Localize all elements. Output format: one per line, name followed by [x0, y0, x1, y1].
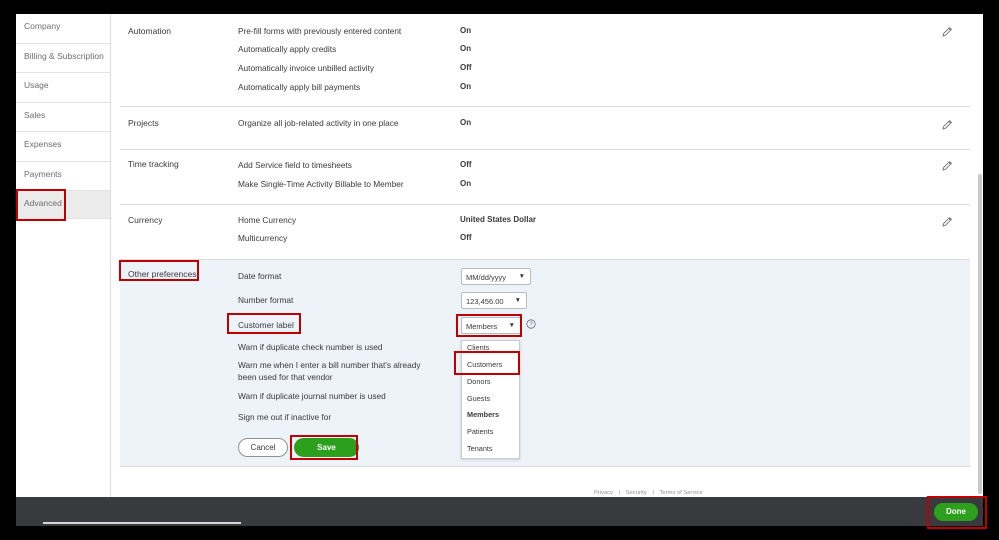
dropdown-option-patients[interactable]: Patients	[467, 427, 493, 436]
sidebar-item-advanced[interactable]: Advanced	[16, 191, 110, 219]
pref-label: Multicurrency	[238, 233, 288, 243]
date-format-label: Date format	[238, 271, 282, 281]
customer-label-select[interactable]: Members ▼	[461, 317, 521, 334]
scrollbar[interactable]	[978, 174, 982, 494]
bottom-bar	[16, 497, 983, 526]
date-format-value: MM/dd/yyyy	[466, 273, 507, 282]
pencil-icon[interactable]	[941, 119, 953, 131]
number-format-label: Number format	[238, 295, 294, 305]
pref-value: Off	[460, 63, 472, 72]
dropdown-option-tenants[interactable]: Tenants	[467, 444, 493, 453]
section-label-currency: Currency	[128, 215, 163, 225]
warn-bill-label-line1: Warn me when I enter a bill number that'…	[238, 360, 421, 370]
advanced-settings-content: Automation Pre-fill forms with previousl…	[120, 14, 970, 497]
pref-value: On	[460, 82, 472, 91]
projects-section: Projects Organize all job-related activi…	[120, 107, 970, 150]
sidebar-item-usage[interactable]: Usage	[16, 73, 110, 103]
pref-value: Off	[460, 233, 472, 242]
section-label-other-preferences: Other preferences	[128, 269, 197, 279]
warn-bill-label-line2: been used for that vendor	[238, 372, 333, 382]
dropdown-option-donors[interactable]: Donors	[467, 377, 491, 386]
security-link[interactable]: Security	[626, 490, 647, 496]
section-label-time-tracking: Time tracking	[128, 159, 179, 169]
progress-line	[43, 522, 241, 524]
sidebar-item-billing-subscription[interactable]: Billing & Subscription	[16, 44, 110, 73]
pref-label: Automatically apply credits	[238, 44, 337, 54]
sidebar-item-payments[interactable]: Payments	[16, 162, 110, 191]
dropdown-option-guests[interactable]: Guests	[467, 394, 490, 403]
sidebar-item-expenses[interactable]: Expenses	[16, 132, 110, 162]
chevron-down-icon: ▼	[508, 322, 515, 329]
footer-separator: |	[618, 490, 621, 496]
section-label-automation: Automation	[128, 26, 171, 36]
customer-label-value: Members	[466, 322, 498, 331]
pencil-icon[interactable]	[941, 26, 953, 38]
number-format-value: 123,456.00	[466, 297, 504, 306]
pencil-icon[interactable]	[941, 160, 953, 172]
currency-section: Currency Home Currency United States Dol…	[120, 205, 970, 260]
pref-label: Automatically invoice unbilled activity	[238, 63, 375, 73]
svg-text:?: ?	[529, 322, 533, 328]
pref-label: Pre-fill forms with previously entered c…	[238, 26, 402, 36]
done-button[interactable]: Done	[934, 503, 978, 521]
sign-out-label: Sign me out if inactive for	[238, 412, 332, 422]
section-label-projects: Projects	[128, 118, 159, 128]
pref-value: United States Dollar	[460, 215, 537, 224]
settings-sidebar: Company Billing & Subscription Usage Sal…	[16, 14, 111, 497]
footer-links: Privacy | Security | Terms of Service	[592, 490, 705, 496]
sidebar-item-company[interactable]: Company	[16, 14, 110, 44]
warn-check-label: Warn if duplicate check number is used	[238, 342, 383, 352]
date-format-select[interactable]: MM/dd/yyyy ▼	[461, 268, 531, 285]
pref-value: On	[460, 44, 472, 53]
time-tracking-section: Time tracking Add Service field to times…	[120, 150, 970, 205]
pref-value: On	[460, 26, 472, 35]
pref-value: Off	[460, 160, 472, 169]
automation-section: Automation Pre-fill forms with previousl…	[120, 14, 970, 107]
terms-link[interactable]: Terms of Service	[660, 490, 703, 496]
pref-value: On	[460, 118, 472, 127]
customer-label-label: Customer label	[238, 320, 294, 330]
pref-label: Add Service field to timesheets	[238, 160, 352, 170]
pref-value: On	[460, 179, 472, 188]
chevron-down-icon: ▼	[514, 297, 521, 304]
number-format-select[interactable]: 123,456.00 ▼	[461, 292, 527, 309]
pref-label: Automatically apply bill payments	[238, 82, 361, 92]
privacy-link[interactable]: Privacy	[594, 490, 613, 496]
save-button[interactable]: Save	[294, 438, 359, 457]
dropdown-option-customers[interactable]: Customers	[467, 360, 502, 369]
warn-journal-label: Warn if duplicate journal number is used	[238, 391, 386, 401]
pref-label: Home Currency	[238, 215, 297, 225]
dropdown-option-clients[interactable]: Clients	[467, 343, 489, 352]
settings-dialog: Company Billing & Subscription Usage Sal…	[16, 14, 983, 497]
sidebar-item-sales[interactable]: Sales	[16, 103, 110, 132]
pref-label: Make Single-Time Activity Billable to Me…	[238, 179, 404, 189]
dropdown-option-members[interactable]: Members	[467, 410, 499, 419]
pencil-icon[interactable]	[941, 216, 953, 228]
chevron-down-icon: ▼	[518, 273, 525, 280]
footer-separator: |	[652, 490, 654, 496]
pref-label: Organize all job-related activity in one…	[238, 118, 399, 128]
help-icon[interactable]: ?	[526, 319, 536, 329]
customer-label-dropdown: Clients Customers Donors Guests Members …	[461, 340, 520, 459]
cancel-button[interactable]: Cancel	[238, 438, 288, 457]
